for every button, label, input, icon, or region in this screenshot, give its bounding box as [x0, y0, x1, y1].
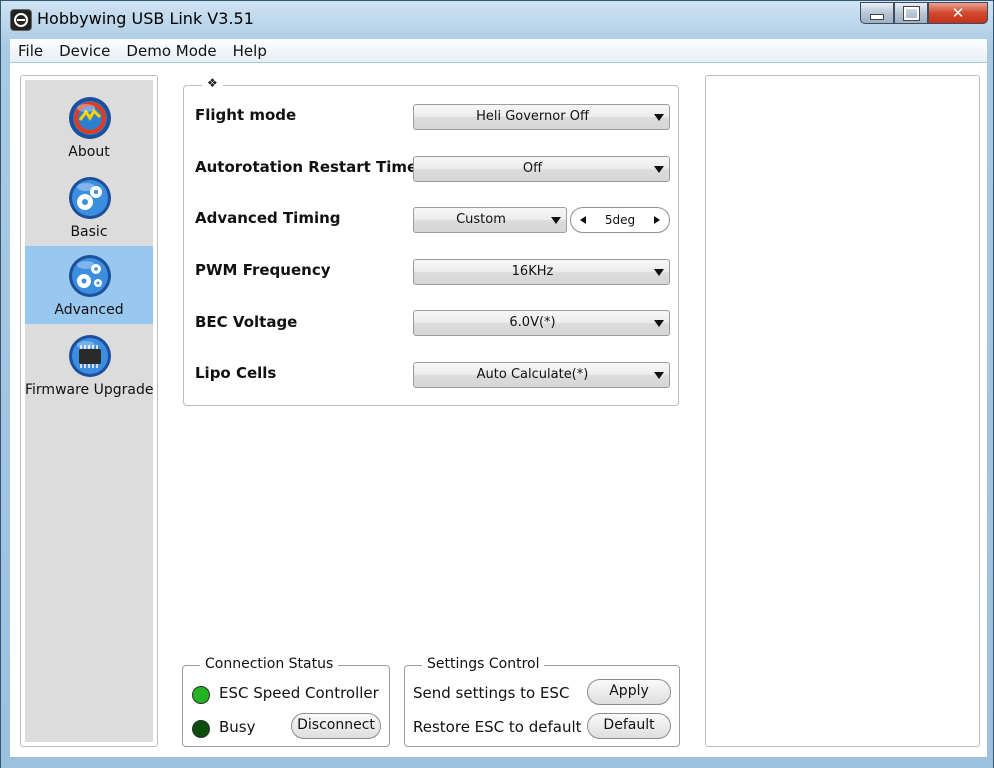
- autorotation-restart-time-label: Autorotation Restart Time: [195, 158, 418, 176]
- esc-status-led-icon: [192, 686, 210, 704]
- sidebar: About Basic Advanced Firmware Upgrade: [20, 75, 158, 747]
- esc-speed-controller-label: ESC Speed Controller: [219, 684, 379, 702]
- select-value: 6.0V(*): [509, 315, 556, 330]
- lipo-cells-label: Lipo Cells: [195, 364, 277, 382]
- default-button[interactable]: Default: [587, 713, 671, 739]
- busy-label: Busy: [219, 718, 256, 736]
- hw-logo-icon: [69, 97, 111, 139]
- send-settings-label: Send settings to ESC: [413, 684, 570, 702]
- bec-voltage-select[interactable]: 6.0V(*): [413, 310, 670, 336]
- chevron-down-icon: [551, 217, 561, 224]
- menu-device[interactable]: Device: [51, 39, 118, 62]
- gears-icon: [69, 177, 111, 219]
- close-button[interactable]: ✕: [928, 2, 988, 24]
- flight-mode-select[interactable]: Heli Governor Off: [413, 104, 670, 130]
- autorotation-restart-time-select[interactable]: Off: [413, 156, 670, 182]
- chevron-down-icon: [654, 320, 664, 327]
- window-bottom-border: [1, 758, 993, 768]
- select-value: Auto Calculate(*): [476, 367, 589, 382]
- sidebar-list: About Basic Advanced Firmware Upgrade: [25, 80, 153, 742]
- select-value: 16KHz: [511, 264, 554, 279]
- menu-help[interactable]: Help: [225, 39, 275, 62]
- settings-control-group: Settings Control Send settings to ESC Ap…: [404, 656, 680, 747]
- disconnect-button[interactable]: Disconnect: [291, 713, 381, 739]
- select-value: Custom: [456, 212, 506, 227]
- close-icon: ✕: [951, 4, 965, 22]
- chevron-down-icon: [654, 269, 664, 276]
- info-panel: [705, 75, 980, 747]
- app-logo-icon[interactable]: [10, 9, 32, 31]
- client-area: About Basic Advanced Firmware Upgrade ❖ …: [10, 63, 987, 757]
- sidebar-item-label: Basic: [70, 224, 108, 240]
- select-value: Off: [522, 161, 543, 176]
- bec-voltage-label: BEC Voltage: [195, 313, 298, 331]
- apply-button[interactable]: Apply: [587, 679, 671, 705]
- restore-default-label: Restore ESC to default: [413, 718, 582, 736]
- menu-demo-mode[interactable]: Demo Mode: [118, 39, 224, 62]
- title-bar[interactable]: Hobbywing USB Link V3.51 ✕: [1, 1, 993, 37]
- advanced-timing-select[interactable]: Custom: [413, 207, 567, 233]
- pwm-frequency-select[interactable]: 16KHz: [413, 259, 670, 285]
- sidebar-item-label: About: [68, 144, 110, 160]
- connection-status-title: Connection Status: [200, 656, 339, 672]
- sidebar-item-label: Advanced: [54, 302, 124, 318]
- chevron-down-icon: [654, 114, 664, 121]
- settings-control-title: Settings Control: [422, 656, 545, 672]
- advanced-timing-label: Advanced Timing: [195, 209, 341, 227]
- flight-mode-label: Flight mode: [195, 106, 297, 124]
- menu-bar: File Device Demo Mode Help: [10, 39, 987, 62]
- chevron-down-icon: [654, 372, 664, 379]
- advanced-settings-group: ❖ Flight mode Heli Governor Off Autorota…: [183, 76, 679, 406]
- group-marker-icon: ❖: [202, 76, 223, 90]
- select-value: Heli Governor Off: [476, 109, 589, 124]
- sidebar-item-about[interactable]: About: [25, 88, 153, 166]
- minimize-button[interactable]: [860, 2, 894, 24]
- timing-degree-stepper[interactable]: 5deg: [570, 207, 670, 233]
- app-window: Hobbywing USB Link V3.51 ✕ File Device D…: [0, 0, 994, 768]
- maximize-button[interactable]: [894, 2, 928, 24]
- arrow-right-icon[interactable]: [654, 216, 660, 224]
- menu-file[interactable]: File: [10, 39, 51, 62]
- chip-icon: [69, 335, 111, 377]
- maximize-icon: [902, 5, 920, 21]
- minimize-icon: [870, 14, 884, 20]
- connection-status-group: Connection Status ESC Speed Controller B…: [182, 656, 390, 747]
- sidebar-item-basic[interactable]: Basic: [25, 168, 153, 246]
- arrow-left-icon[interactable]: [580, 216, 586, 224]
- sidebar-item-label: Firmware Upgrade: [25, 382, 154, 398]
- sidebar-item-advanced[interactable]: Advanced: [25, 246, 153, 324]
- lipo-cells-select[interactable]: Auto Calculate(*): [413, 362, 670, 388]
- stepper-value: 5deg: [604, 213, 636, 227]
- busy-status-led-icon: [192, 720, 210, 738]
- window-title: Hobbywing USB Link V3.51: [37, 9, 254, 28]
- sidebar-item-firmware-upgrade[interactable]: Firmware Upgrade: [25, 326, 153, 404]
- chevron-down-icon: [654, 166, 664, 173]
- advanced-gears-icon: [69, 255, 111, 297]
- pwm-frequency-label: PWM Frequency: [195, 261, 331, 279]
